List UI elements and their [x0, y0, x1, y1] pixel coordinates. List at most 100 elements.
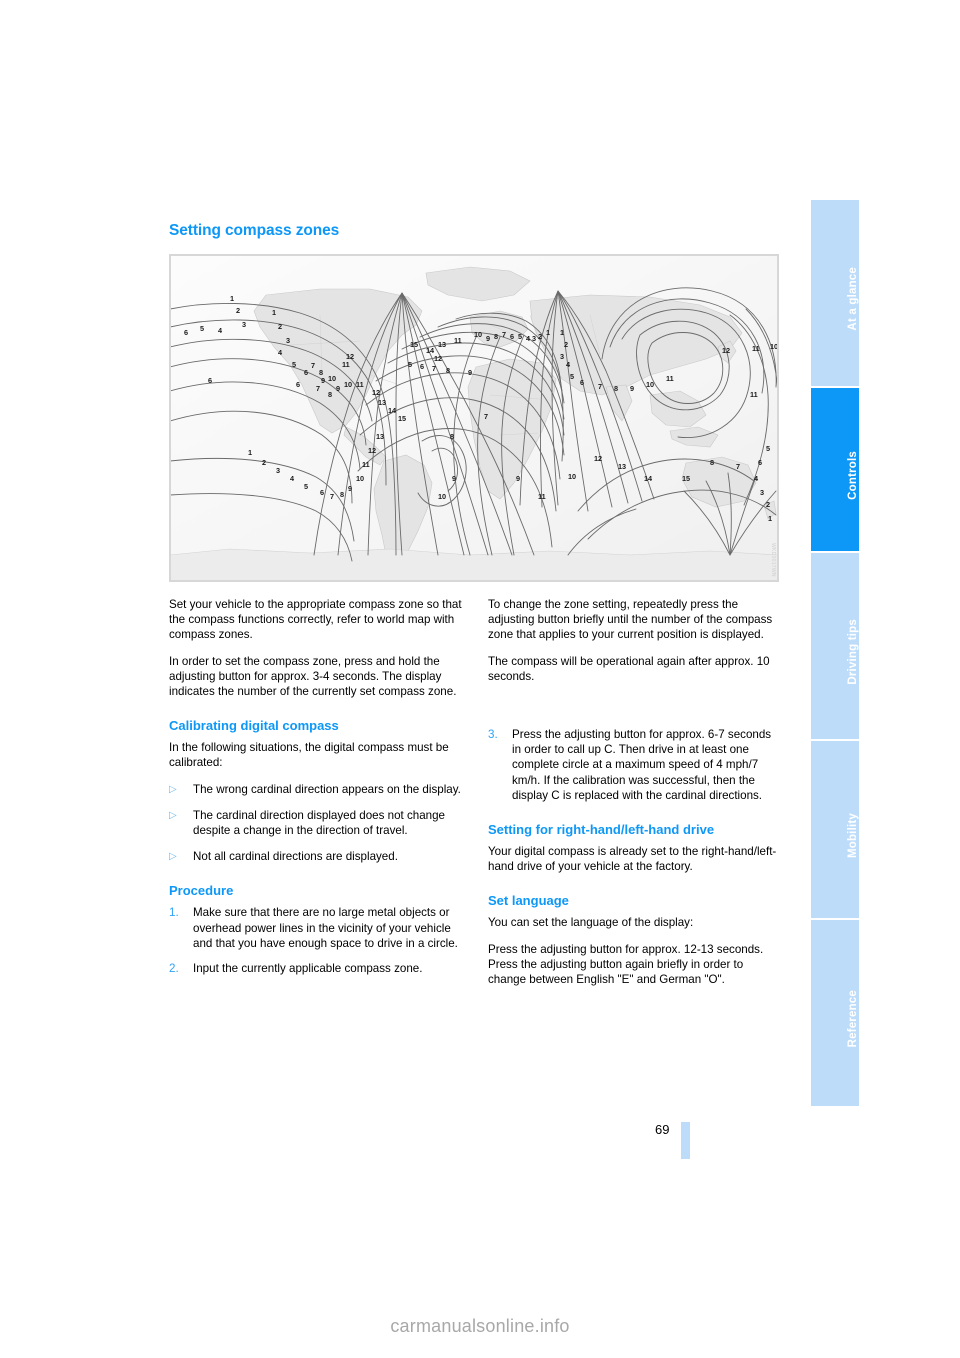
svg-text:3: 3 — [532, 334, 536, 343]
list-item-label: The wrong cardinal direction appears on … — [193, 782, 461, 796]
tab-driving-tips[interactable]: Driving tips — [811, 553, 859, 739]
svg-text:8: 8 — [340, 490, 344, 499]
paragraph: Press the adjusting button for approx. 1… — [488, 942, 764, 987]
svg-text:7: 7 — [316, 384, 320, 393]
heading-set-language: Set language — [488, 893, 569, 909]
step-text: Press the adjusting button for approx. 6… — [512, 728, 772, 802]
svg-text:2: 2 — [538, 332, 542, 341]
tab-label: Reference — [847, 990, 859, 1048]
heading-calibrating-digital-compass: Calibrating digital compass — [169, 718, 339, 734]
page-title: Setting compass zones — [169, 222, 340, 239]
triangle-right-icon: ▷ — [169, 809, 177, 821]
paragraph: To change the zone setting, repeatedly p… — [488, 598, 773, 642]
triangle-right-icon: ▷ — [169, 851, 177, 863]
svg-text:11: 11 — [752, 344, 760, 353]
tab-reference[interactable]: Reference — [811, 920, 859, 1106]
svg-text:6: 6 — [420, 362, 424, 371]
tab-label: Driving tips — [847, 619, 859, 685]
svg-text:10: 10 — [328, 374, 336, 383]
svg-text:5: 5 — [408, 360, 412, 369]
svg-text:13: 13 — [376, 432, 384, 441]
svg-text:6: 6 — [296, 380, 300, 389]
svg-text:3: 3 — [242, 320, 246, 329]
svg-text:12: 12 — [372, 388, 380, 397]
svg-text:3: 3 — [760, 488, 764, 497]
svg-text:13: 13 — [378, 398, 386, 407]
step-number: 2. — [169, 962, 179, 976]
body-columns: Set your vehicle to the appropriate comp… — [169, 597, 781, 998]
svg-text:2: 2 — [278, 322, 282, 331]
svg-text:6: 6 — [304, 368, 308, 377]
svg-text:10: 10 — [646, 380, 654, 389]
compass-zone-world-map: 1 2 3 4 5 6 1 2 3 4 5 6 7 8 9 10 11 12 6… — [169, 254, 779, 582]
svg-text:8: 8 — [450, 432, 454, 441]
left-column: Set your vehicle to the appropriate comp… — [169, 597, 462, 998]
svg-text:10: 10 — [356, 474, 364, 483]
svg-text:11: 11 — [538, 492, 546, 501]
svg-text:6: 6 — [184, 328, 188, 337]
svg-text:2: 2 — [262, 458, 266, 467]
svg-text:1: 1 — [230, 294, 234, 303]
svg-text:14: 14 — [388, 406, 397, 415]
svg-text:2: 2 — [766, 500, 770, 509]
list-item: 2. Input the currently applicable compas… — [169, 961, 462, 976]
svg-text:7: 7 — [736, 462, 740, 471]
tab-label: Mobility — [847, 812, 859, 859]
svg-text:11: 11 — [362, 460, 370, 469]
svg-text:7: 7 — [311, 361, 315, 370]
svg-text:1: 1 — [272, 308, 276, 317]
svg-text:9: 9 — [630, 384, 634, 393]
svg-text:1: 1 — [768, 514, 772, 523]
list-item: ▷ The cardinal direction displayed does … — [169, 808, 462, 838]
list-item-label: Not all cardinal directions are displaye… — [193, 850, 398, 864]
page-number: 69 — [655, 1122, 670, 1137]
svg-text:13: 13 — [618, 462, 626, 471]
svg-text:9: 9 — [348, 484, 352, 493]
svg-text:9: 9 — [452, 474, 456, 483]
svg-text:12: 12 — [346, 352, 354, 361]
manual-page: At a glance Controls Driving tips Mobili… — [0, 0, 960, 1358]
svg-text:12: 12 — [594, 454, 602, 463]
svg-text:3: 3 — [276, 466, 280, 475]
svg-text:2: 2 — [236, 306, 240, 315]
svg-text:7: 7 — [502, 330, 506, 339]
triangle-right-icon: ▷ — [169, 783, 177, 795]
tab-at-a-glance[interactable]: At a glance — [811, 200, 859, 386]
list-item: ▷ The wrong cardinal direction appears o… — [169, 782, 462, 797]
paragraph: Set your vehicle to the appropriate comp… — [169, 598, 462, 642]
svg-text:8: 8 — [614, 384, 618, 393]
list-item-label: The cardinal direction displayed does no… — [193, 808, 446, 838]
tab-mobility[interactable]: Mobility — [811, 741, 859, 918]
watermark: carmanualsonline.info — [390, 1316, 570, 1336]
svg-text:3: 3 — [560, 352, 564, 361]
svg-text:11: 11 — [666, 374, 674, 383]
svg-text:11: 11 — [454, 336, 462, 345]
svg-text:6: 6 — [208, 376, 212, 385]
list-item: 3. Press the adjusting button for approx… — [488, 727, 781, 803]
svg-text:1: 1 — [248, 448, 252, 457]
svg-text:10: 10 — [344, 380, 352, 389]
svg-text:15: 15 — [398, 414, 406, 423]
svg-text:10: 10 — [474, 330, 482, 339]
svg-text:9: 9 — [336, 384, 340, 393]
svg-text:10: 10 — [568, 472, 576, 481]
paragraph: In the following situations, the digital… — [169, 741, 449, 770]
svg-text:9: 9 — [486, 334, 490, 343]
tab-controls[interactable]: Controls — [811, 388, 859, 551]
svg-text:6: 6 — [320, 488, 324, 497]
tab-label: At a glance — [847, 267, 859, 331]
tab-label: Controls — [847, 451, 859, 500]
svg-text:6: 6 — [758, 458, 762, 467]
svg-text:8: 8 — [328, 390, 332, 399]
svg-text:15: 15 — [682, 474, 690, 483]
heading-procedure: Procedure — [169, 883, 234, 899]
paragraph: Your digital compass is already set to t… — [488, 845, 777, 874]
svg-text:5: 5 — [200, 324, 204, 333]
figure-id-text: WKD0017WN — [770, 543, 776, 577]
page-content: Setting compass zones 1 2 3 4 5 6 1 2 3 … — [169, 222, 781, 998]
svg-text:5: 5 — [292, 360, 296, 369]
svg-text:3: 3 — [286, 336, 290, 345]
svg-text:5: 5 — [570, 372, 574, 381]
svg-text:10: 10 — [770, 342, 778, 351]
svg-text:7: 7 — [432, 364, 436, 373]
